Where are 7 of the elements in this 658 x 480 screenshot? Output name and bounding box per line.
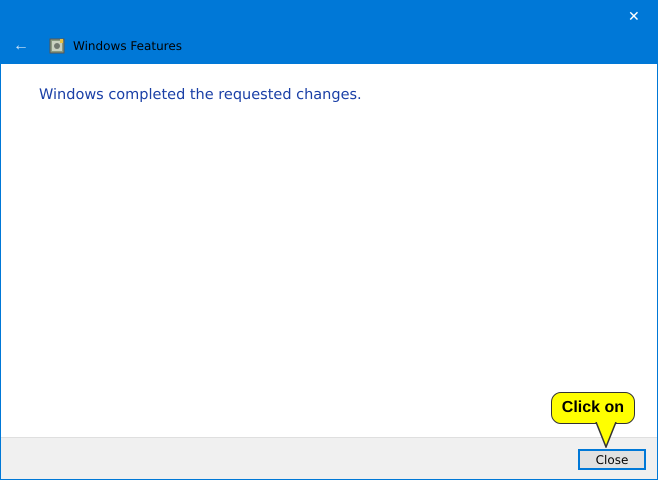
back-button[interactable]: ← xyxy=(7,37,35,55)
callout-pointer xyxy=(594,422,617,448)
close-button[interactable]: ✕ xyxy=(611,0,657,32)
close-button[interactable]: Close xyxy=(578,449,646,470)
status-message: Windows completed the requested changes. xyxy=(39,87,363,103)
window-title: Windows Features xyxy=(73,39,182,53)
features-icon xyxy=(49,38,65,54)
